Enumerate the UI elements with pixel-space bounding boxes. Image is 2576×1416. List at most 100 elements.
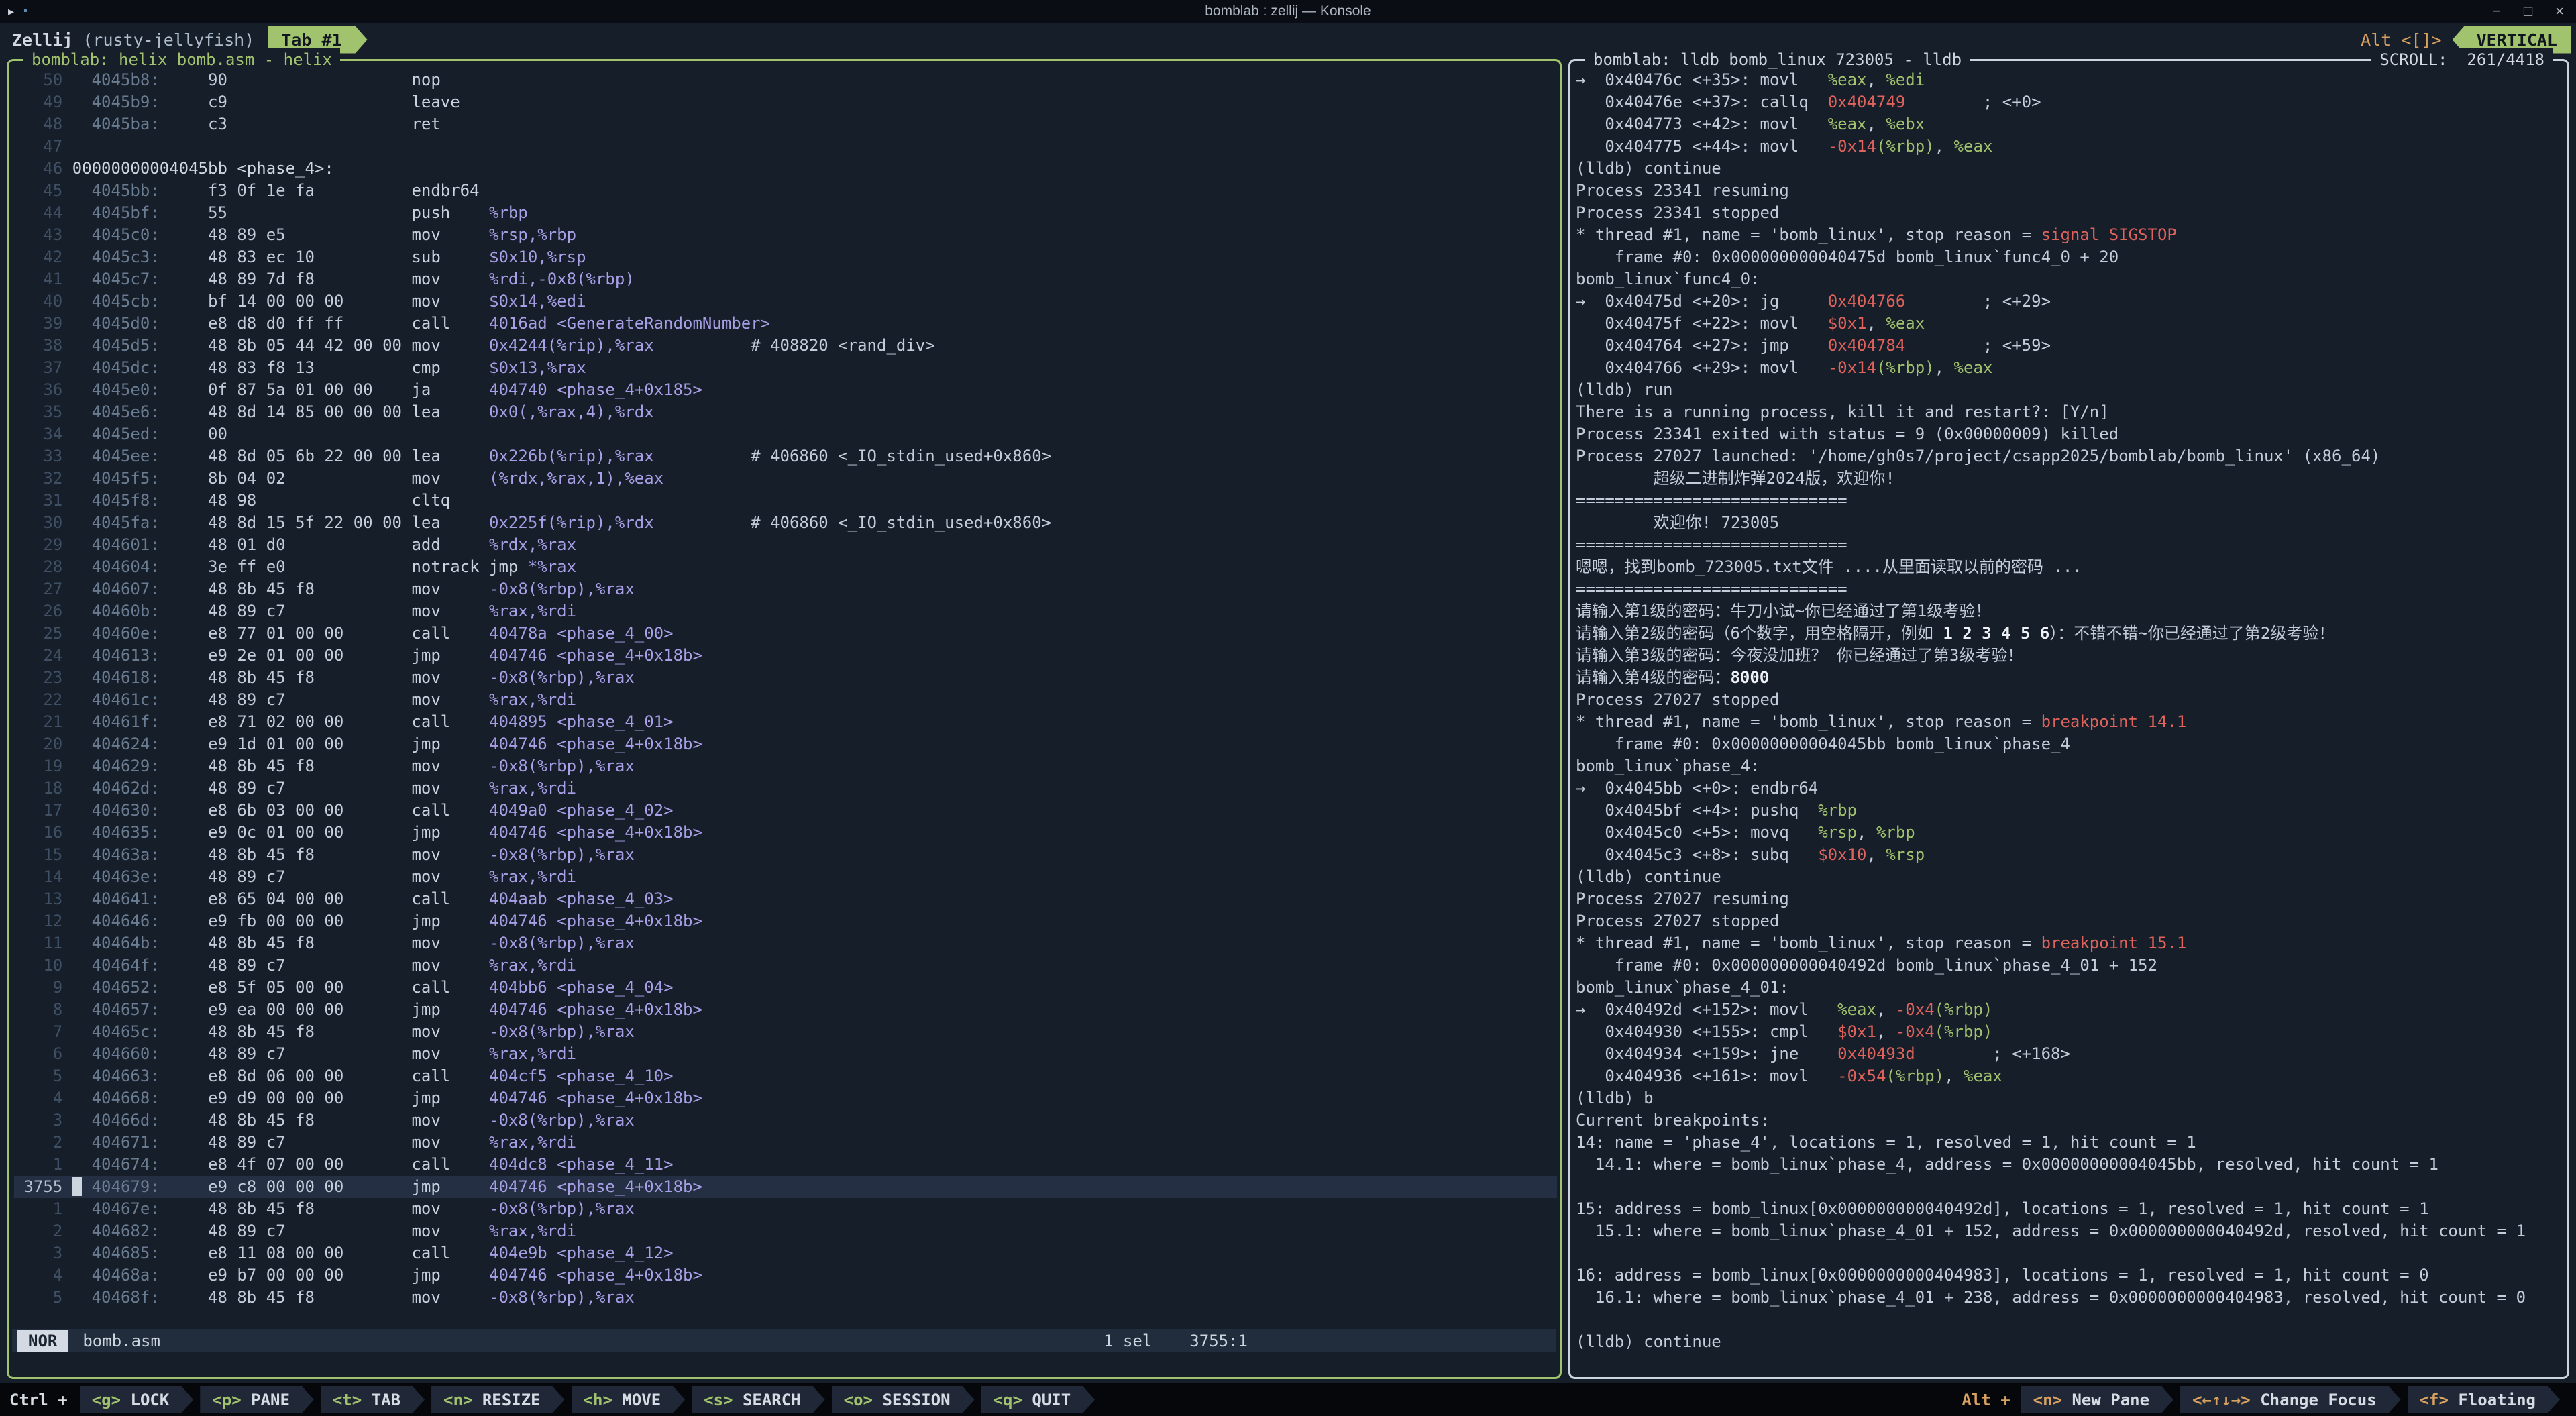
terminal-line: 34 4045ed: 00 [14,423,1557,445]
terminal-line: ============================ [1576,578,2565,600]
konsole-app-icon: ▪ [23,5,28,17]
terminal-line: 38 4045d5: 48 8b 05 44 42 00 00 mov 0x42… [14,335,1557,357]
terminal-line: 2 404682: 48 89 c7 mov %rax,%rdi [14,1220,1557,1242]
terminal-line: → 0x40476c <+35>: movl %eax, %edi [1576,69,2565,91]
terminal-line: 0x404773 <+42>: movl %eax, %ebx [1576,113,2565,135]
window-controls: − □ × [2492,3,2564,20]
session-name: Zellij (rusty-jellyfish) [12,30,254,50]
keybind-session[interactable]: <o> SESSION [832,1386,975,1413]
terminal-line: 14.1: where = bomb_linux`phase_4, addres… [1576,1154,2565,1176]
terminal-line [1576,1309,2565,1331]
terminal-line: 13 404641: e8 65 04 00 00 call 404aab <p… [14,888,1557,910]
alt-modifier-label: Alt + [1962,1391,2010,1409]
terminal-line: 19 404629: 48 8b 45 f8 mov -0x8(%rbp),%r… [14,755,1557,777]
terminal-line: 43 4045c0: 48 89 e5 mov %rsp,%rbp [14,224,1557,246]
terminal-line: 30 4045fa: 48 8d 15 5f 22 00 00 lea 0x22… [14,512,1557,534]
terminal-line: Process 23341 resuming [1576,180,2565,202]
zellij-tab-bar: Zellij (rusty-jellyfish) Tab #1 Alt <[]>… [0,23,2576,56]
terminal-line: 5 404663: e8 8d 06 00 00 call 404cf5 <ph… [14,1065,1557,1087]
helix-pane-title: bomblab: helix bomb.asm - helix [23,48,340,72]
terminal-line: 47 [14,135,1557,158]
lldb-terminal[interactable]: → 0x40476c <+35>: movl %eax, %edi 0x4047… [1576,69,2565,1372]
helix-pane[interactable]: bomblab: helix bomb.asm - helix 50 4045b… [7,59,1562,1379]
keybind-search[interactable]: <s> SEARCH [692,1386,825,1413]
maximize-icon[interactable]: □ [2524,3,2532,20]
terminal-line: 15: address = bomb_linux[0x0000000000404… [1576,1198,2565,1220]
terminal-line: * thread #1, name = 'bomb_linux', stop r… [1576,932,2565,955]
keybind-lock[interactable]: <g> LOCK [80,1386,194,1413]
terminal-line: bomb_linux`phase_4: [1576,755,2565,777]
terminal-line: 45 4045bb: f3 0f 1e fa endbr64 [14,180,1557,202]
lldb-pane[interactable]: bomblab: lldb bomb_linux 723005 - lldb S… [1568,59,2569,1379]
keybind-floating[interactable]: <f> Floating [2408,1386,2560,1413]
lldb-pane-title: bomblab: lldb bomb_linux 723005 - lldb [1585,48,1970,72]
helix-filename: bomb.asm [83,1331,160,1350]
terminal-line: 7 40465c: 48 8b 45 f8 mov -0x8(%rbp),%ra… [14,1021,1557,1043]
scroll-indicator: SCROLL: 261/4418 [2371,48,2553,72]
terminal-line: 0x404930 <+155>: cmpl $0x1, -0x4(%rbp) [1576,1021,2565,1043]
terminal-line: 46 00000000004045bb <phase_4>: [14,158,1557,180]
terminal-line: → 0x40492d <+152>: movl %eax, -0x4(%rbp) [1576,999,2565,1021]
terminal-line: Process 27027 stopped [1576,910,2565,932]
terminal-line: 超级二进制炸弹2024版，欢迎你! [1576,468,2565,490]
zellij-status-bar: Ctrl + <g> LOCK<p> PANE<t> TAB<n> RESIZE… [0,1383,2576,1416]
terminal-line: 20 404624: e9 1d 01 00 00 jmp 404746 <ph… [14,733,1557,755]
terminal-line: 0x40476e <+37>: callq 0x404749 ; <+0> [1576,91,2565,113]
terminal-line: 2 404671: 48 89 c7 mov %rax,%rdi [14,1132,1557,1154]
terminal-line: 6 404660: 48 89 c7 mov %rax,%rdi [14,1043,1557,1065]
terminal-line: ============================ [1576,534,2565,556]
helix-cursor-position: 3755:1 [1189,1331,1248,1350]
terminal-line: (lldb) continue [1576,866,2565,888]
terminal-line: 1 40467e: 48 8b 45 f8 mov -0x8(%rbp),%ra… [14,1198,1557,1220]
terminal-line: 50 4045b8: 90 nop [14,69,1557,91]
terminal-line: 25 40460e: e8 77 01 00 00 call 40478a <p… [14,622,1557,645]
terminal-line: 48 4045ba: c3 ret [14,113,1557,135]
keybind-quit[interactable]: <q> QUIT [981,1386,1095,1413]
terminal-line: 42 4045c3: 48 83 ec 10 sub $0x10,%rsp [14,246,1557,268]
terminal-line: 44 4045bf: 55 push %rbp [14,202,1557,224]
terminal-line: 欢迎你! 723005 [1576,512,2565,534]
terminal-line: 请输入第4级的密码：8000 [1576,667,2565,689]
terminal-line: (lldb) continue [1576,158,2565,180]
terminal-line: 0x4045c3 <+8>: subq $0x10, %rsp [1576,844,2565,866]
terminal-line: Process 23341 exited with status = 9 (0x… [1576,423,2565,445]
terminal-line: 36 4045e0: 0f 87 5a 01 00 00 ja 404740 <… [14,379,1557,401]
terminal-line: 0x404936 <+161>: movl -0x54(%rbp), %eax [1576,1065,2565,1087]
terminal-line: Process 23341 stopped [1576,202,2565,224]
keybind-move[interactable]: <h> MOVE [572,1386,686,1413]
keybind-new-pane[interactable]: <n> New Pane [2021,1386,2174,1413]
terminal-line: 24 404613: e9 2e 01 00 00 jmp 404746 <ph… [14,645,1557,667]
helix-buffer[interactable]: 50 4045b8: 90 nop 49 4045b9: c9 leave 48… [14,69,1557,1372]
terminal-line: 0x404766 <+29>: movl -0x14(%rbp), %eax [1576,357,2565,379]
terminal-line: 请输入第1级的密码：牛刀小试~你已经通过了第1级考验！ [1576,600,2565,622]
terminal-line: 22 40461c: 48 89 c7 mov %rax,%rdi [14,689,1557,711]
keybind-resize[interactable]: <n> RESIZE [431,1386,565,1413]
terminal-line: 请输入第2级的密码（6个数字，用空格隔开，例如 1 2 3 4 5 6）：不错不… [1576,622,2565,645]
terminal-line: 1 404674: e8 4f 07 00 00 call 404dc8 <ph… [14,1154,1557,1176]
keybind-pane[interactable]: <p> PANE [200,1386,314,1413]
minimize-icon[interactable]: − [2492,3,2501,20]
alt-keybind-hints: <n> New Pane<←↑↓→> Change Focus <f> Float… [2021,1386,2567,1413]
terminal-line: There is a running process, kill it and … [1576,401,2565,423]
keybind-change-focus[interactable]: <←↑↓→> Change Focus [2180,1386,2401,1413]
terminal-line: Current breakpoints: [1576,1109,2565,1132]
close-icon[interactable]: × [2555,3,2564,20]
terminal-line: 嗯嗯，找到bomb_723005.txt文件 ....从里面读取以前的密码 ..… [1576,556,2565,578]
terminal-line: 31 4045f8: 48 98 cltq [14,490,1557,512]
window-title: bomblab : zellij — Konsole [1205,3,1371,19]
terminal-line: → 0x4045bb <+0>: endbr64 [1576,777,2565,800]
terminal-line: ============================ [1576,490,2565,512]
terminal-line: 23 404618: 48 8b 45 f8 mov -0x8(%rbp),%r… [14,667,1557,689]
terminal-line: 28 404604: 3e ff e0 notrack jmp *%rax [14,556,1557,578]
terminal-line: 5 40468f: 48 8b 45 f8 mov -0x8(%rbp),%ra… [14,1287,1557,1309]
terminal-line: 12 404646: e9 fb 00 00 00 jmp 404746 <ph… [14,910,1557,932]
terminal-line: bomb_linux`func4_0: [1576,268,2565,290]
terminal-line: frame #0: 0x000000000040492d bomb_linux`… [1576,955,2565,977]
terminal-line: 37 4045dc: 48 83 f8 13 cmp $0x13,%rax [14,357,1557,379]
zellij-session-screen: ▸ ▪ bomblab : zellij — Konsole − □ × Zel… [0,0,2576,1416]
terminal-line: 15 40463a: 48 8b 45 f8 mov -0x8(%rbp),%r… [14,844,1557,866]
keybind-tab[interactable]: <t> TAB [321,1386,425,1413]
terminal-line: 40 4045cb: bf 14 00 00 00 mov $0x14,%edi [14,290,1557,313]
terminal-line: (lldb) b [1576,1087,2565,1109]
terminal-line: 16.1: where = bomb_linux`phase_4_01 + 23… [1576,1287,2565,1309]
